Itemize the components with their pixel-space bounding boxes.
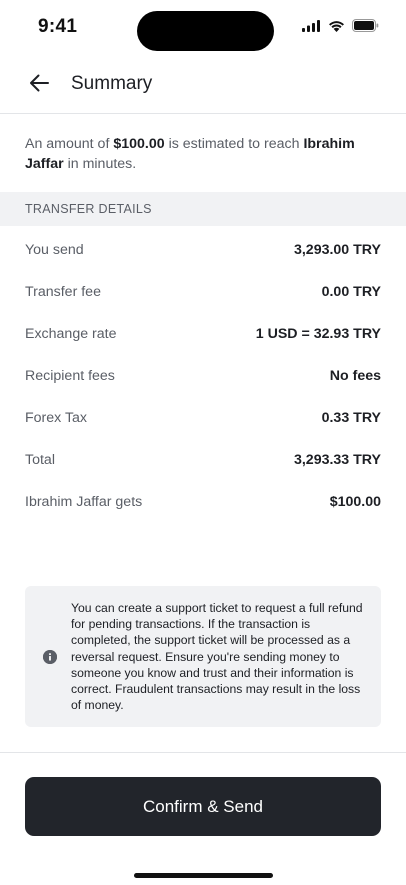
- status-bar: 9:41: [0, 0, 406, 56]
- detail-label: Total: [25, 452, 55, 468]
- battery-icon: [352, 19, 379, 32]
- info-icon: [43, 650, 57, 664]
- arrow-left-icon: [29, 74, 49, 97]
- section-title: TRANSFER DETAILS: [25, 202, 152, 216]
- detail-value: $100.00: [329, 494, 381, 510]
- dynamic-island: [137, 11, 274, 51]
- info-text: You can create a support ticket to reque…: [71, 601, 363, 713]
- wifi-icon: [328, 20, 345, 32]
- detail-value: 3,293.00 TRY: [293, 242, 381, 258]
- home-indicator: [134, 873, 273, 878]
- intro-amount: $100.00: [113, 136, 165, 152]
- transfer-summary-text: An amount of $100.00 is estimated to rea…: [25, 134, 375, 174]
- detail-row-recipient-fees: Recipient fees No fees: [0, 355, 406, 397]
- detail-label: Exchange rate: [25, 326, 117, 342]
- detail-label: Transfer fee: [25, 284, 101, 300]
- intro-prefix: An amount of: [25, 136, 114, 152]
- detail-label: You send: [25, 242, 84, 258]
- detail-value: 0.33 TRY: [321, 410, 381, 426]
- detail-row-forex-tax: Forex Tax 0.33 TRY: [0, 397, 406, 439]
- status-icons: [302, 19, 379, 32]
- detail-row-exchange-rate: Exchange rate 1 USD = 32.93 TRY: [0, 313, 406, 355]
- confirm-send-button[interactable]: Confirm & Send: [25, 777, 381, 836]
- detail-label: Recipient fees: [25, 368, 115, 384]
- intro-suffix: in minutes.: [63, 156, 137, 172]
- transfer-details-list: You send 3,293.00 TRY Transfer fee 0.00 …: [0, 229, 406, 523]
- intro-middle: is estimated to reach: [164, 136, 304, 152]
- detail-row-total: Total 3,293.33 TRY: [0, 439, 406, 481]
- detail-row-recipient-gets: Ibrahim Jaffar gets $100.00: [0, 481, 406, 523]
- cellular-signal-icon: [302, 19, 321, 32]
- detail-value: 0.00 TRY: [321, 284, 381, 300]
- refund-info-box: You can create a support ticket to reque…: [25, 586, 381, 727]
- detail-value: No fees: [329, 368, 381, 384]
- status-time: 9:41: [38, 16, 78, 37]
- page-title: Summary: [71, 73, 153, 94]
- detail-row-you-send: You send 3,293.00 TRY: [0, 229, 406, 271]
- header: Summary: [0, 60, 406, 114]
- detail-label: Ibrahim Jaffar gets: [25, 494, 143, 510]
- footer-divider: [0, 752, 406, 753]
- detail-row-transfer-fee: Transfer fee 0.00 TRY: [0, 271, 406, 313]
- detail-value: 3,293.33 TRY: [293, 452, 381, 468]
- section-header: TRANSFER DETAILS: [0, 192, 406, 226]
- detail-value: 1 USD = 32.93 TRY: [255, 326, 381, 342]
- detail-label: Forex Tax: [25, 410, 88, 426]
- back-button[interactable]: [24, 70, 54, 100]
